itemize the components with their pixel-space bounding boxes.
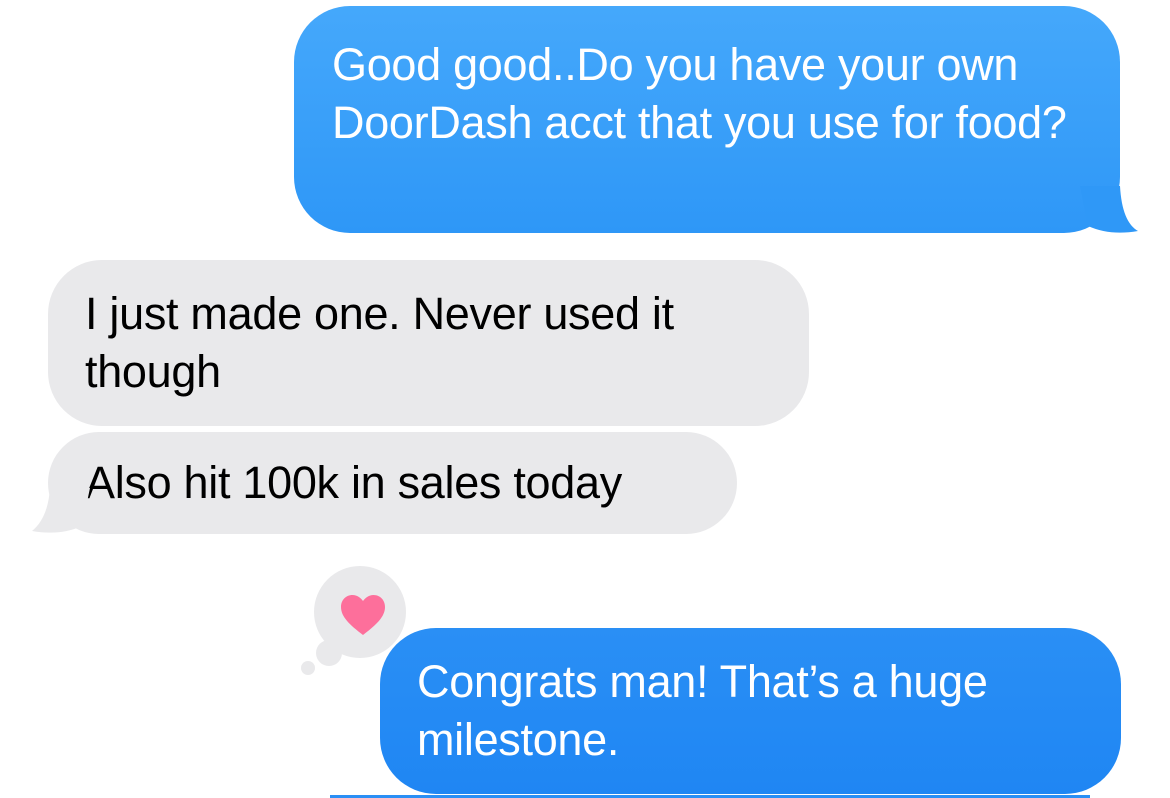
tapback-dot [301,661,315,675]
received-bubble-tail [32,488,90,533]
received-message-bubble[interactable]: Also hit 100k in sales today [48,432,737,534]
message-text: Congrats man! That’s a huge milestone. [417,656,988,765]
message-text: Also hit 100k in sales today [85,457,622,508]
sent-message-bubble[interactable]: Good good..Do you have your own DoorDash… [294,6,1120,233]
sent-bubble-tail [1080,186,1138,233]
message-text: I just made one. Never used it though [85,288,674,397]
received-message-bubble[interactable]: I just made one. Never used it though [48,260,809,426]
message-text: Good good..Do you have your own DoorDash… [332,39,1067,148]
sent-message-bubble[interactable]: Congrats man! That’s a huge milestone. [380,628,1121,794]
heart-icon [341,595,385,635]
